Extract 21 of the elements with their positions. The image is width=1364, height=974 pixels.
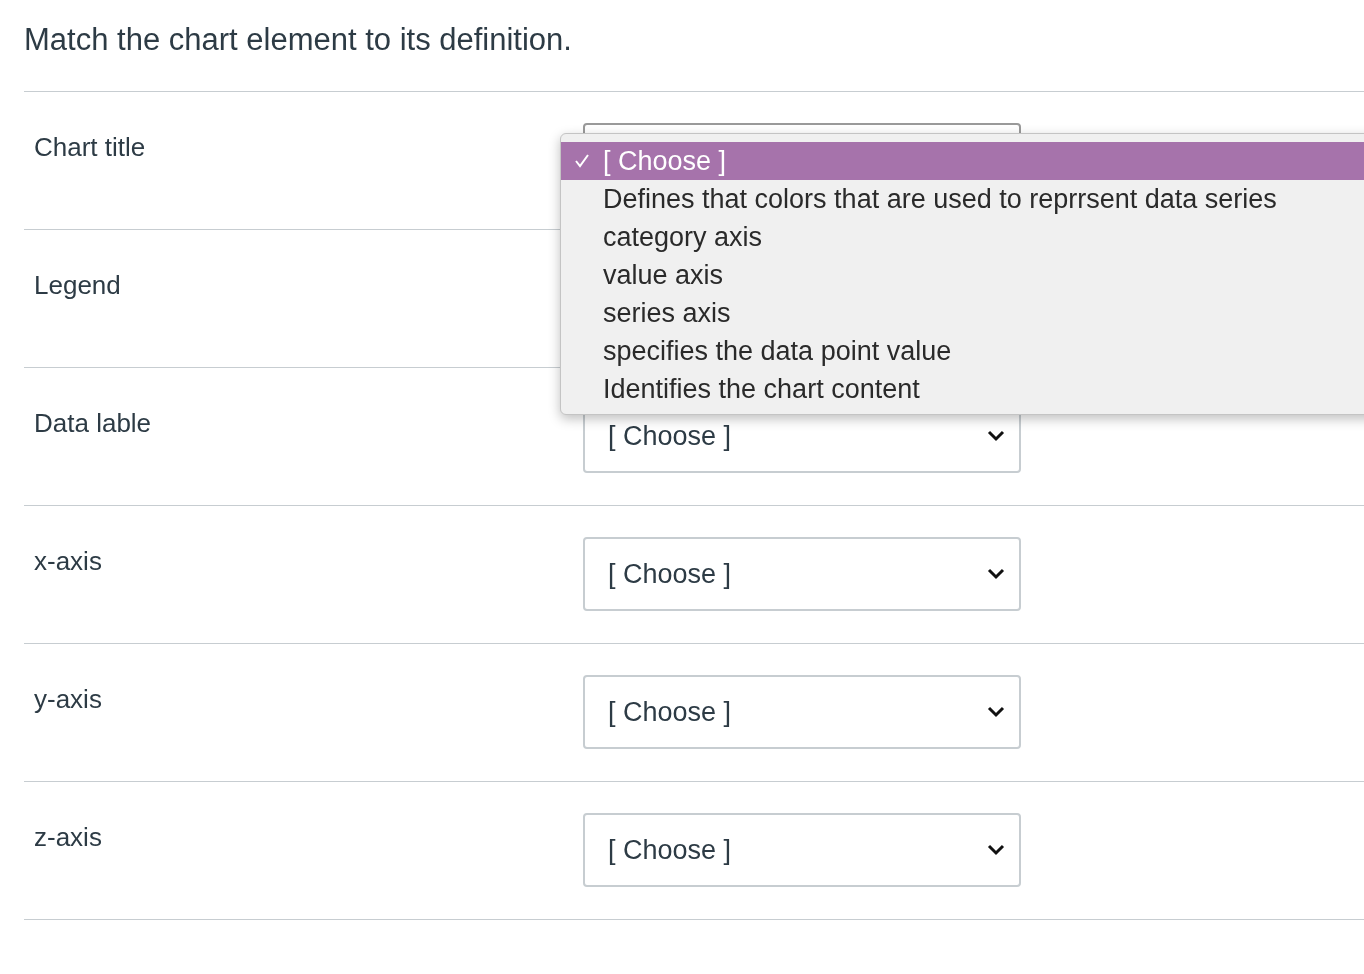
chevron-icon (987, 706, 1005, 718)
question-title: Match the chart element to its definition. (24, 21, 573, 59)
chevron-icon (987, 568, 1005, 580)
chevron-icon (987, 430, 1005, 442)
menu-option[interactable]: series axis (561, 294, 1364, 332)
term-label: Legend (34, 270, 121, 301)
chevron-icon (987, 844, 1005, 856)
term-label: Data lable (34, 408, 152, 439)
term-label: z-axis (34, 822, 102, 853)
choice-select[interactable]: [ Choose ] (583, 537, 1021, 611)
menu-option[interactable]: Defines that colors that are used to reprrsent data series (561, 180, 1364, 218)
menu-option[interactable]: [ Choose ] (561, 142, 1364, 180)
menu-option[interactable]: value axis (561, 256, 1364, 294)
menu-option[interactable]: specifies the data point value (561, 332, 1364, 370)
choice-select[interactable]: [ Choose ] (583, 675, 1021, 749)
term-label: x-axis (34, 546, 102, 577)
term-label: y-axis (34, 684, 102, 715)
checkmark-icon (574, 153, 590, 169)
term-label: Chart title (34, 132, 146, 163)
menu-option[interactable]: category axis (561, 218, 1364, 256)
choice-select[interactable]: [ Choose ] (583, 813, 1021, 887)
